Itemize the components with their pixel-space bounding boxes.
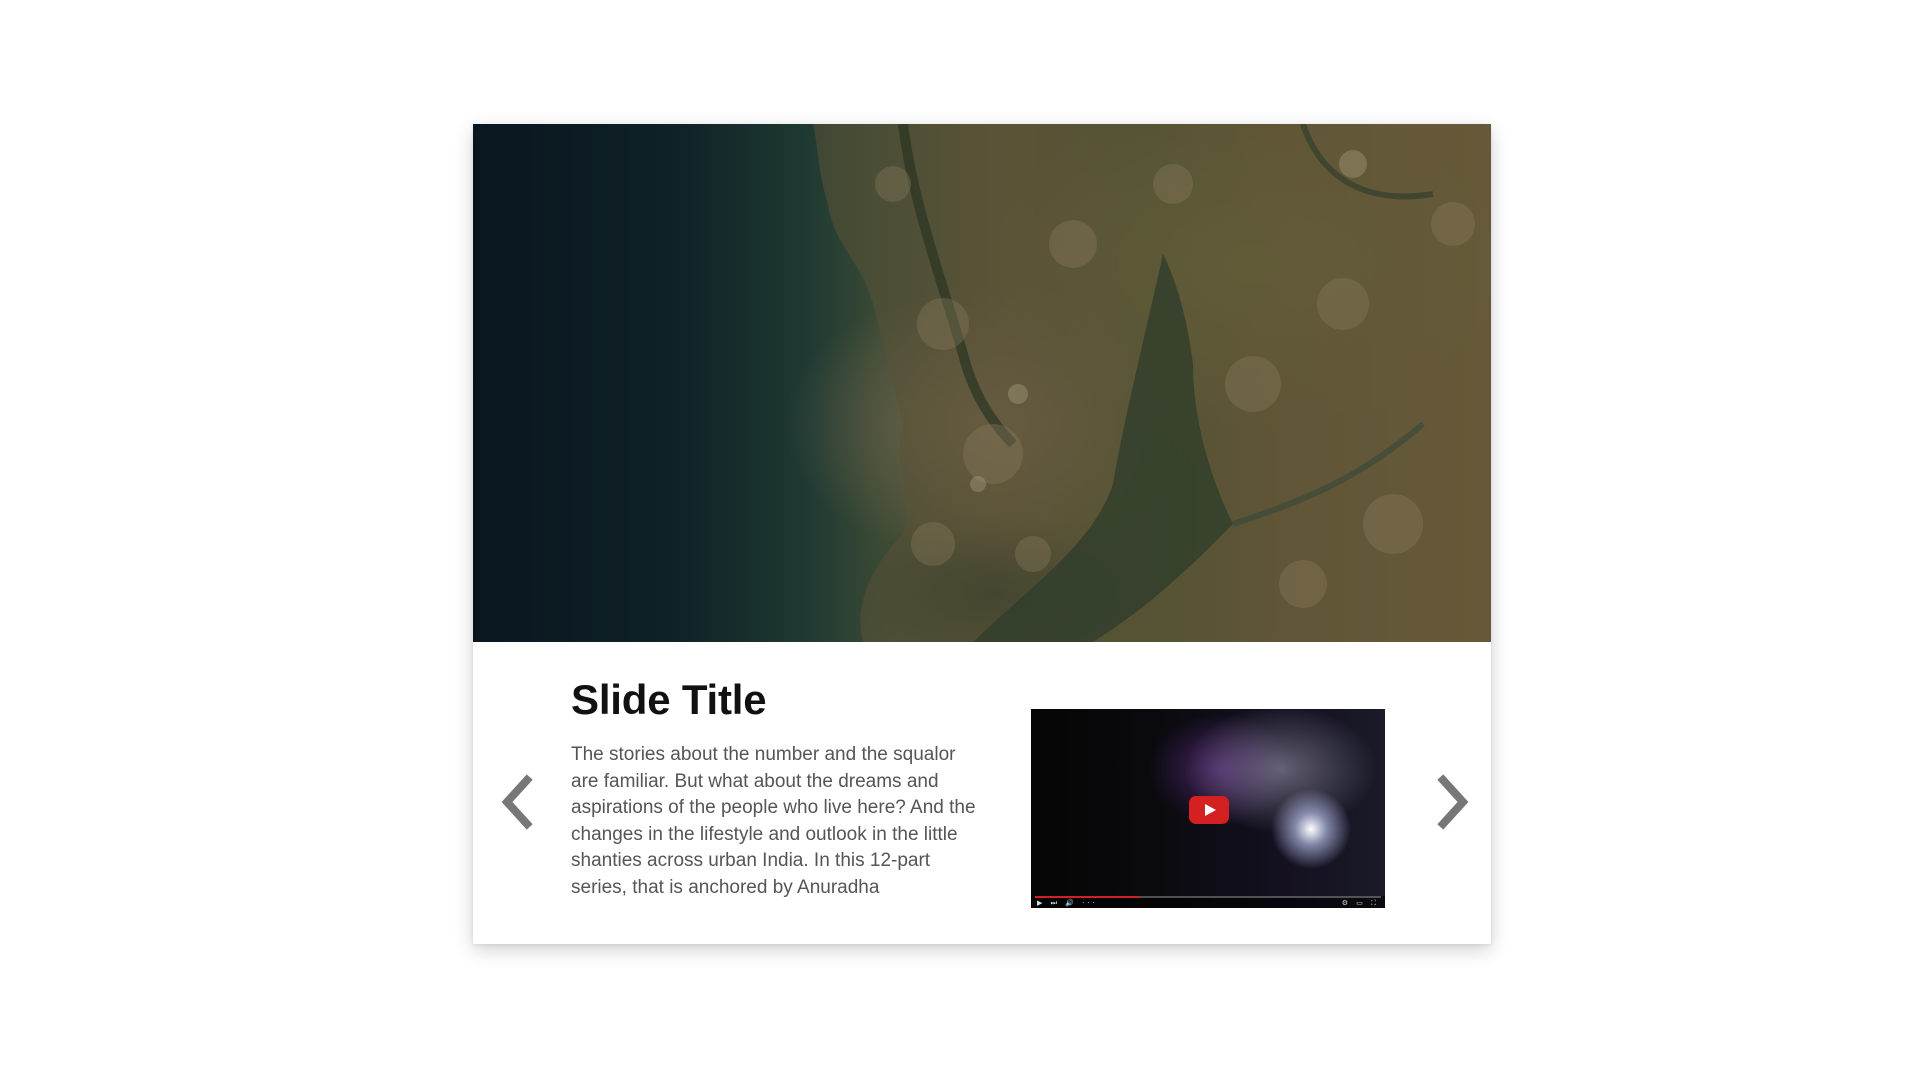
video-controls-left[interactable]: ▶ ⏭ 🔊 ···	[1037, 899, 1098, 908]
video-player[interactable]: ▶ ⏭ 🔊 ··· ⚙ ▭ ⛶	[1031, 709, 1385, 908]
slide-title: Slide Title	[571, 676, 767, 723]
next-slide-button[interactable]	[1433, 772, 1473, 832]
hero-satellite-image	[473, 124, 1491, 642]
satellite-map-image	[813, 124, 1491, 642]
chevron-right-icon	[1437, 774, 1469, 830]
video-controls-right[interactable]: ⚙ ▭ ⛶	[1342, 899, 1379, 908]
video-progress-fill	[1035, 896, 1139, 898]
youtube-play-icon[interactable]	[1189, 796, 1229, 824]
slide-description: The stories about the number and the squ…	[571, 744, 976, 898]
prev-slide-button[interactable]	[497, 772, 537, 832]
video-controls-bar: ▶ ⏭ 🔊 ··· ⚙ ▭ ⛶	[1031, 896, 1385, 908]
carousel-card: Slide Title The stories about the number…	[473, 124, 1491, 944]
slide-content: Slide Title The stories about the number…	[473, 642, 1491, 944]
video-progress-bar[interactable]	[1035, 896, 1381, 898]
chevron-left-icon	[501, 774, 533, 830]
